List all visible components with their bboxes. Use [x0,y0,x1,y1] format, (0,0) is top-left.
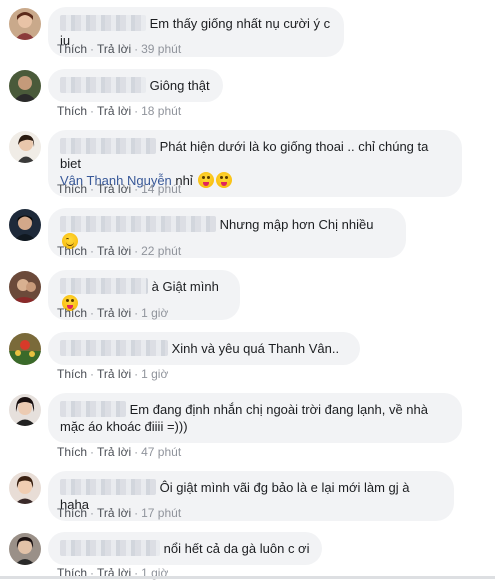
reply-link[interactable]: Trả lời [97,306,131,320]
reply-link[interactable]: Trả lời [97,445,131,459]
separator: · [134,244,139,258]
commenter-name[interactable] [60,278,148,294]
separator: · [90,244,95,258]
comment-text: Xinh và yêu quá Thanh Vân.. [171,341,340,356]
comment-actions: Thích · Trả lời · 39 phút [57,42,181,56]
avatar[interactable] [9,131,41,163]
timestamp[interactable]: 14 phút [141,182,181,196]
timestamp[interactable]: 18 phút [141,104,181,118]
comment-actions: Thích · Trả lời · 1 giờ [57,367,168,381]
avatar[interactable] [9,533,41,565]
commenter-name[interactable] [60,401,126,417]
timestamp[interactable]: 39 phút [141,42,181,56]
separator: · [90,445,95,459]
avatar[interactable] [9,209,41,241]
tongue-emoji-icon [216,172,233,188]
timestamp[interactable]: 1 giờ [141,306,168,320]
reply-link[interactable]: Trả lời [97,42,131,56]
separator: · [134,367,139,381]
comment-actions: Thích · Trả lời · 18 phút [57,104,181,118]
comment-text: Nhưng mập hơn Chị nhiều [219,217,374,232]
separator: · [90,367,95,381]
separator: · [134,104,139,118]
separator: · [134,506,139,520]
timestamp[interactable]: 17 phút [141,506,181,520]
commenter-name[interactable] [60,77,146,93]
timestamp[interactable]: 1 giờ [141,367,168,381]
like-link[interactable]: Thích [57,42,87,56]
separator: · [90,104,95,118]
comment-text: à Giật mình [151,279,219,294]
reply-link[interactable]: Trả lời [97,182,131,196]
like-link[interactable]: Thích [57,182,87,196]
separator: · [134,445,139,459]
tongue-emoji-icon [198,172,215,188]
avatar[interactable] [9,8,41,40]
avatar[interactable] [9,70,41,102]
like-link[interactable]: Thích [57,445,87,459]
comment-actions: Thích · Trả lời · 17 phút [57,506,181,520]
avatar[interactable] [9,472,41,504]
comment-actions: Thích · Trả lời · 47 phút [57,445,181,459]
avatar[interactable] [9,394,41,426]
separator: · [134,42,139,56]
commenter-name[interactable] [60,138,156,154]
comment-text: Giông thật [149,78,210,93]
reply-link[interactable]: Trả lời [97,506,131,520]
comment-actions: Thích · Trả lời · 14 phút [57,182,181,196]
avatar[interactable] [9,271,41,303]
reply-link[interactable]: Trả lời [97,244,131,258]
reply-link[interactable]: Trả lời [97,367,131,381]
separator: · [90,42,95,56]
commenter-name[interactable] [60,340,168,356]
like-link[interactable]: Thích [57,506,87,520]
timestamp[interactable]: 22 phút [141,244,181,258]
separator: · [90,506,95,520]
comment-bubble: Giông thật [48,69,223,102]
comment-actions: Thích · Trả lời · 1 giờ [57,306,168,320]
comment-bubble: Em đang định nhắn chị ngoài trời đang lạ… [48,393,462,443]
reply-link[interactable]: Trả lời [97,104,131,118]
separator: · [90,306,95,320]
separator: · [90,182,95,196]
comment-bubble: nổi hết cả da gà luôn c ơi [48,532,322,565]
timestamp[interactable]: 47 phút [141,445,181,459]
avatar[interactable] [9,333,41,365]
commenter-name[interactable] [60,15,146,31]
commenter-name[interactable] [60,479,156,495]
like-link[interactable]: Thích [57,306,87,320]
like-link[interactable]: Thích [57,367,87,381]
like-link[interactable]: Thích [57,244,87,258]
commenter-name[interactable] [60,540,160,556]
commenter-name[interactable] [60,216,216,232]
comment-text: nổi hết cả da gà luôn c ơi [163,541,310,556]
comment-actions: Thích · Trả lời · 22 phút [57,244,181,258]
like-link[interactable]: Thích [57,104,87,118]
separator: · [134,182,139,196]
comment-bubble: Xinh và yêu quá Thanh Vân.. [48,332,360,365]
separator: · [134,306,139,320]
